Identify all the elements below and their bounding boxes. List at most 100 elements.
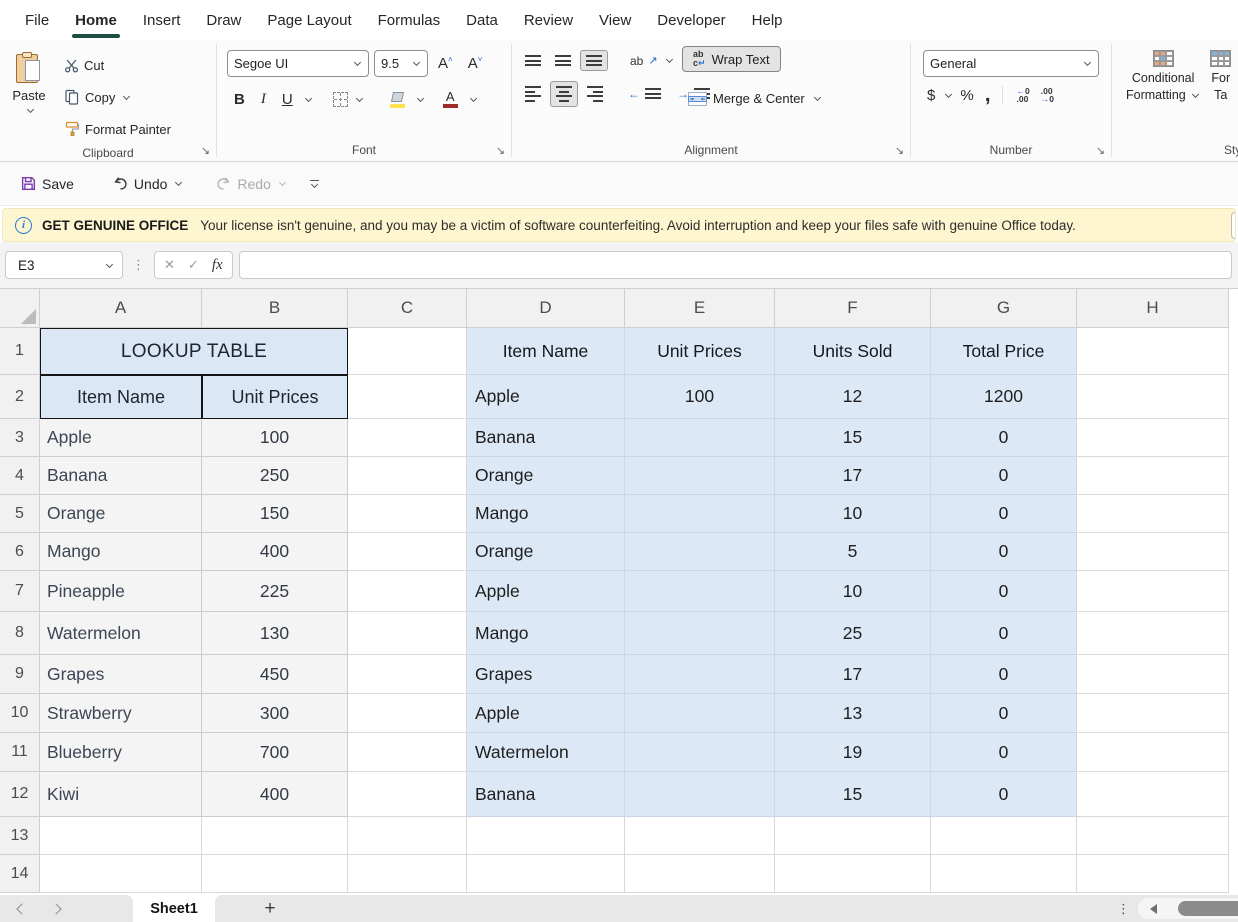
chevron-down-icon[interactable] (945, 90, 952, 97)
decrease-indent-button[interactable]: ← (622, 84, 667, 104)
cell-A12[interactable]: Kiwi (40, 772, 202, 817)
cell-D5[interactable]: Mango (467, 495, 625, 533)
cell-D1[interactable]: Item Name (467, 328, 625, 375)
cell-C4[interactable] (348, 457, 467, 495)
cell-H4[interactable] (1077, 457, 1229, 495)
select-all-corner[interactable] (0, 289, 40, 328)
cell-B10[interactable]: 300 (202, 694, 348, 733)
cell-F11[interactable]: 19 (775, 733, 931, 772)
cell-B7[interactable]: 225 (202, 571, 348, 612)
cell-A8[interactable]: Watermelon (40, 612, 202, 655)
cell-E8[interactable] (625, 612, 775, 655)
get-genuine-button[interactable]: Get g (1231, 212, 1236, 239)
column-header-D[interactable]: D (467, 289, 625, 328)
column-header-G[interactable]: G (931, 289, 1077, 328)
cell-A14[interactable] (40, 855, 202, 893)
cell-A13[interactable] (40, 817, 202, 855)
align-right-button[interactable] (582, 82, 608, 106)
cell-D12[interactable]: Banana (467, 772, 625, 817)
cancel-icon[interactable]: ✕ (164, 257, 175, 273)
cell-H11[interactable] (1077, 733, 1229, 772)
row-header-13[interactable]: 13 (0, 817, 40, 855)
cell-F3[interactable]: 15 (775, 419, 931, 457)
tab-page-layout[interactable]: Page Layout (254, 0, 364, 40)
column-header-E[interactable]: E (625, 289, 775, 328)
cell-G3[interactable]: 0 (931, 419, 1077, 457)
row-header-2[interactable]: 2 (0, 375, 40, 419)
drag-handle-icon[interactable]: ⋮ (129, 257, 148, 273)
borders-button[interactable] (327, 89, 370, 110)
cell-E7[interactable] (625, 571, 775, 612)
cell-F7[interactable]: 10 (775, 571, 931, 612)
cell-A1-merged-lookup-title[interactable]: LOOKUP TABLE (40, 328, 348, 375)
cell-C5[interactable] (348, 495, 467, 533)
row-header-1[interactable]: 1 (0, 328, 40, 375)
cell-E11[interactable] (625, 733, 775, 772)
cell-H14[interactable] (1077, 855, 1229, 893)
underline-button[interactable]: U (275, 89, 300, 110)
column-header-B[interactable]: B (202, 289, 348, 328)
cell-B14[interactable] (202, 855, 348, 893)
enter-icon[interactable]: ✓ (188, 257, 199, 273)
cell-F1[interactable]: Units Sold (775, 328, 931, 375)
comma-format-button[interactable]: , (981, 88, 995, 102)
font-color-button[interactable]: A (433, 86, 484, 113)
row-header-12[interactable]: 12 (0, 772, 40, 817)
insert-function-button[interactable]: fx (212, 257, 223, 274)
cell-E1[interactable]: Unit Prices (625, 328, 775, 375)
decrease-decimal-button[interactable]: .00→0 (1037, 87, 1058, 104)
bottom-align-button[interactable] (580, 50, 608, 71)
cell-D14[interactable] (467, 855, 625, 893)
cell-F10[interactable]: 13 (775, 694, 931, 733)
sheet-tab-sheet1[interactable]: Sheet1 (133, 895, 215, 922)
copy-button[interactable]: Copy (58, 82, 216, 112)
number-dialog-launcher-icon[interactable]: ↘ (1096, 146, 1105, 157)
cell-G7[interactable]: 0 (931, 571, 1077, 612)
cell-H1[interactable] (1077, 328, 1229, 375)
cell-G5[interactable]: 0 (931, 495, 1077, 533)
cell-D2[interactable]: Apple (467, 375, 625, 419)
next-sheet-icon[interactable] (50, 903, 61, 914)
percent-format-button[interactable]: % (956, 87, 977, 104)
cell-A2[interactable]: Item Name (40, 375, 202, 419)
cell-E14[interactable] (625, 855, 775, 893)
tab-view[interactable]: View (586, 0, 644, 40)
format-as-table-button[interactable]: For Ta (1210, 50, 1231, 139)
currency-format-button[interactable]: $ (923, 87, 939, 104)
cell-G6[interactable]: 0 (931, 533, 1077, 571)
cell-E5[interactable] (625, 495, 775, 533)
row-header-5[interactable]: 5 (0, 495, 40, 533)
row-header-14[interactable]: 14 (0, 855, 40, 893)
cell-B5[interactable]: 150 (202, 495, 348, 533)
font-size-combobox[interactable]: 9.5 (374, 50, 428, 77)
cell-D13[interactable] (467, 817, 625, 855)
row-header-6[interactable]: 6 (0, 533, 40, 571)
save-button[interactable]: Save (14, 172, 80, 195)
row-header-4[interactable]: 4 (0, 457, 40, 495)
cell-A5[interactable]: Orange (40, 495, 202, 533)
cell-G13[interactable] (931, 817, 1077, 855)
cell-F6[interactable]: 5 (775, 533, 931, 571)
cell-H12[interactable] (1077, 772, 1229, 817)
cell-D11[interactable]: Watermelon (467, 733, 625, 772)
cell-C8[interactable] (348, 612, 467, 655)
cell-H2[interactable] (1077, 375, 1229, 419)
cell-G8[interactable]: 0 (931, 612, 1077, 655)
increase-font-size-button[interactable]: A˄ (433, 55, 458, 72)
column-header-F[interactable]: F (775, 289, 931, 328)
scroll-left-icon[interactable] (1150, 904, 1157, 914)
cell-E9[interactable] (625, 655, 775, 694)
tab-file[interactable]: File (12, 0, 62, 40)
tab-formulas[interactable]: Formulas (365, 0, 454, 40)
sheet-bar-options-icon[interactable]: ⋮ (1117, 895, 1130, 922)
cell-A3[interactable]: Apple (40, 419, 202, 457)
formula-input[interactable] (239, 251, 1232, 279)
cell-H7[interactable] (1077, 571, 1229, 612)
cell-A4[interactable]: Banana (40, 457, 202, 495)
format-painter-button[interactable]: Format Painter (58, 114, 216, 144)
italic-button[interactable]: I (254, 89, 273, 110)
cell-H9[interactable] (1077, 655, 1229, 694)
middle-align-button[interactable] (550, 51, 576, 70)
cell-F5[interactable]: 10 (775, 495, 931, 533)
add-sheet-button[interactable]: + (255, 895, 285, 922)
